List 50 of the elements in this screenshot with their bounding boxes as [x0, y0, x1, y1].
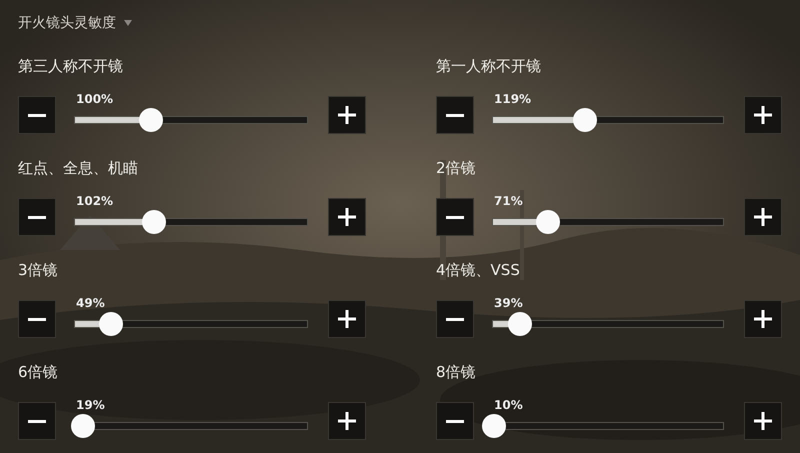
minus-icon: [446, 318, 464, 320]
decrease-button[interactable]: [436, 96, 474, 134]
slider-value: 49%: [76, 296, 106, 310]
minus-icon: [446, 420, 464, 422]
decrease-button[interactable]: [436, 198, 474, 236]
section-title: 开火镜头灵敏度: [18, 14, 116, 32]
setting-label: 8倍镜: [436, 362, 477, 382]
increase-button[interactable]: [744, 402, 782, 440]
minus-icon: [28, 420, 46, 422]
slider-value: 102%: [76, 194, 114, 208]
minus-icon: [446, 216, 464, 218]
plus-icon: [753, 309, 773, 329]
setting-label: 4倍镜、VSS: [436, 260, 521, 280]
plus-icon: [337, 105, 357, 125]
increase-button[interactable]: [328, 198, 366, 236]
increase-button[interactable]: [744, 198, 782, 236]
decrease-button[interactable]: [18, 300, 56, 338]
increase-button[interactable]: [744, 300, 782, 338]
slider-value: 39%: [494, 296, 524, 310]
decrease-button[interactable]: [18, 402, 56, 440]
increase-button[interactable]: [744, 96, 782, 134]
setting-label: 第三人称不开镜: [18, 56, 124, 76]
plus-icon: [753, 207, 773, 227]
slider-value: 10%: [494, 398, 524, 412]
dropdown-icon[interactable]: [124, 20, 132, 26]
plus-icon: [753, 411, 773, 431]
setting-label: 2倍镜: [436, 158, 477, 178]
setting-label: 3倍镜: [18, 260, 59, 280]
increase-button[interactable]: [328, 96, 366, 134]
slider-value: 71%: [494, 194, 524, 208]
setting-label: 6倍镜: [18, 362, 59, 382]
decrease-button[interactable]: [436, 300, 474, 338]
increase-button[interactable]: [328, 300, 366, 338]
plus-icon: [337, 309, 357, 329]
minus-icon: [446, 114, 464, 116]
minus-icon: [28, 216, 46, 218]
decrease-button[interactable]: [436, 402, 474, 440]
setting-label: 第一人称不开镜: [436, 56, 542, 76]
slider-value: 119%: [494, 92, 532, 106]
setting-label: 红点、全息、机瞄: [18, 158, 139, 178]
increase-button[interactable]: [328, 402, 366, 440]
slider-value: 19%: [76, 398, 106, 412]
plus-icon: [337, 411, 357, 431]
plus-icon: [337, 207, 357, 227]
slider-value: 100%: [76, 92, 114, 106]
decrease-button[interactable]: [18, 96, 56, 134]
minus-icon: [28, 318, 46, 320]
plus-icon: [753, 105, 773, 125]
decrease-button[interactable]: [18, 198, 56, 236]
minus-icon: [28, 114, 46, 116]
